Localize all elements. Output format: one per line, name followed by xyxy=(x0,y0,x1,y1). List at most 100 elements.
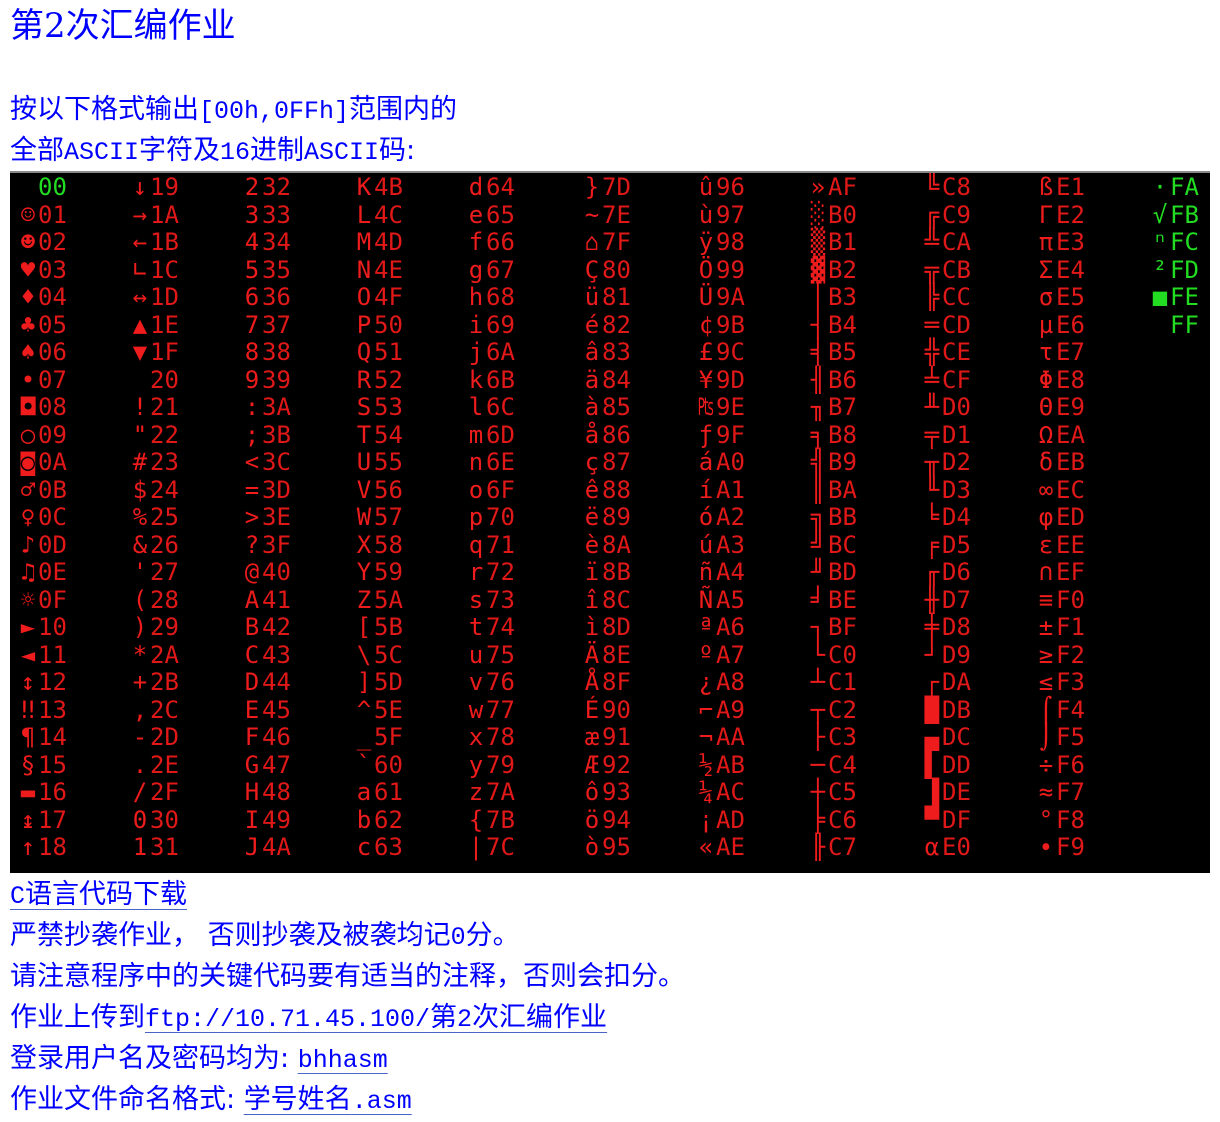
ascii-entry: ò 95 xyxy=(582,833,631,861)
ascii-hex-code: A4 xyxy=(716,558,745,586)
ascii-entry: 00 xyxy=(18,173,67,201)
ascii-entry: ╦ CB xyxy=(922,256,971,284)
ascii-glyph: ┌ xyxy=(924,668,940,696)
ascii-glyph: X xyxy=(356,530,372,559)
ascii-entry: ∙ F9 xyxy=(1036,833,1085,861)
intro-text: 范围内的 xyxy=(349,94,458,125)
ascii-hex-code: 46 xyxy=(262,723,291,751)
ascii-hex-code: 4D xyxy=(374,228,403,256)
ascii-glyph: f xyxy=(468,228,484,256)
ascii-glyph: ¬ xyxy=(698,723,714,751)
intro-text: 全部 xyxy=(10,135,64,166)
ascii-hex-code: 3F xyxy=(262,530,291,559)
ascii-glyph: ⌠ xyxy=(1038,695,1054,724)
ascii-glyph: ╛ xyxy=(810,585,826,614)
ascii-glyph: ╨ xyxy=(924,393,940,421)
ascii-hex-code: BA xyxy=(828,475,857,504)
ascii-glyph: ♣ xyxy=(20,310,36,339)
ascii-glyph: ☺ xyxy=(20,200,36,229)
ascii-hex-code: C1 xyxy=(828,668,857,696)
ascii-glyph: ╚ xyxy=(924,173,940,201)
ascii-hex-code: 2D xyxy=(150,723,179,751)
login-value[interactable]: bhhasm xyxy=(298,1046,388,1075)
ascii-entry: ) 29 xyxy=(130,613,179,641)
ascii-glyph: < xyxy=(244,448,260,476)
filename-ext: .asm xyxy=(351,1087,412,1116)
filename-value[interactable]: 学号姓名.asm xyxy=(244,1084,412,1116)
c-code-download-link[interactable]: C语言代码下载 xyxy=(10,875,187,917)
ascii-entry: T 54 xyxy=(354,421,403,449)
ascii-entry: ☺ 01 xyxy=(18,201,67,229)
ascii-glyph: w xyxy=(468,695,484,724)
ascii-hex-code: 3A xyxy=(262,393,291,421)
ascii-glyph: = xyxy=(244,475,260,504)
ascii-entry: ▼ 1F xyxy=(130,338,179,366)
ascii-hex-code: F0 xyxy=(1056,585,1085,614)
ascii-glyph: T xyxy=(356,420,372,449)
ascii-hex-code: F7 xyxy=(1056,778,1085,806)
ascii-hex-code: DE xyxy=(942,778,971,806)
ftp-link[interactable]: ftp://10.71.45.100/第2次汇编作业 xyxy=(145,1002,607,1034)
ascii-entry: C 43 xyxy=(242,641,291,669)
ascii-hex-code: 8A xyxy=(602,530,631,559)
ascii-entry: ╫ D7 xyxy=(922,586,971,614)
ascii-glyph: 2 xyxy=(244,173,260,201)
ascii-entry: G 47 xyxy=(242,751,291,779)
ascii-glyph: ( xyxy=(132,585,148,614)
ascii-glyph: ╠ xyxy=(924,283,940,311)
ftp-url-number: 2 xyxy=(457,1005,473,1034)
ascii-glyph: ô xyxy=(584,778,600,806)
ascii-entry: ├ C3 xyxy=(808,723,857,751)
ascii-hex-code: 06 xyxy=(38,338,67,366)
ascii-entry: 9 39 xyxy=(242,366,291,394)
upload-label: 作业上传到 xyxy=(10,1002,145,1033)
ascii-hex-code: 58 xyxy=(374,530,403,559)
intro-number: 16 xyxy=(220,138,251,167)
ascii-hex-code: C0 xyxy=(828,640,857,669)
ascii-entry: ≈ F7 xyxy=(1036,778,1085,806)
ascii-hex-code: BD xyxy=(828,558,857,586)
ascii-glyph: + xyxy=(132,668,148,696)
ascii-hex-code: 45 xyxy=(262,695,291,724)
ascii-hex-code: 81 xyxy=(602,283,631,311)
ascii-entry: Σ E4 xyxy=(1036,256,1085,284)
ascii-hex-code: 41 xyxy=(262,585,291,614)
ascii-hex-code: A6 xyxy=(716,613,745,641)
ascii-hex-code: B8 xyxy=(828,420,857,449)
ascii-entry: ë 89 xyxy=(582,503,631,531)
ascii-hex-code: 93 xyxy=(602,778,631,806)
ascii-glyph: ↓ xyxy=(132,173,148,201)
ascii-glyph: ♀ xyxy=(20,503,36,531)
ascii-hex-code: FB xyxy=(1170,200,1199,229)
ascii-hex-code: 76 xyxy=(486,668,515,696)
ascii-entry: z 7A xyxy=(466,778,515,806)
ascii-hex-code: 87 xyxy=(602,448,631,476)
ascii-glyph: ╕ xyxy=(810,420,826,449)
ascii-hex-code: C4 xyxy=(828,750,857,779)
ascii-entry: ó A2 xyxy=(696,503,745,531)
ascii-entry: ▌ DD xyxy=(922,751,971,779)
ascii-column: » AF ░ B0 ▒ B1 ▓ B2 │ B3 ┤ B4 ╡ B5 ╢ B6 ╖ B7 ╕ B8 ╣ B9 ║ BA ╗ BB ╝… xyxy=(808,173,857,861)
ascii-hex-code: 25 xyxy=(150,503,179,531)
ascii-glyph: ° xyxy=(1038,805,1054,834)
ascii-glyph: - xyxy=(132,723,148,751)
ascii-hex-code: E4 xyxy=(1056,255,1085,284)
ascii-glyph: δ xyxy=(1038,448,1054,476)
ascii-entry: Z 5A xyxy=(354,586,403,614)
ascii-hex-code: D0 xyxy=(942,393,971,421)
ascii-glyph: ♂ xyxy=(20,475,36,504)
ascii-glyph: ñ xyxy=(698,558,714,586)
ascii-entry: α E0 xyxy=(922,833,971,861)
ascii-glyph: ~ xyxy=(584,200,600,229)
ascii-entry: â 83 xyxy=(582,338,631,366)
ascii-hex-code: 32 xyxy=(262,173,291,201)
ascii-glyph: ⌐ xyxy=(698,695,714,724)
ascii-entry: π E3 xyxy=(1036,228,1085,256)
ascii-entry: , 2C xyxy=(130,696,179,724)
ascii-hex-code: D3 xyxy=(942,475,971,504)
ascii-hex-code: 7C xyxy=(486,833,515,861)
ascii-hex-code: 43 xyxy=(262,640,291,669)
ascii-hex-code: 9B xyxy=(716,310,745,339)
ascii-glyph: ╣ xyxy=(810,448,826,476)
ascii-hex-code: A3 xyxy=(716,530,745,559)
